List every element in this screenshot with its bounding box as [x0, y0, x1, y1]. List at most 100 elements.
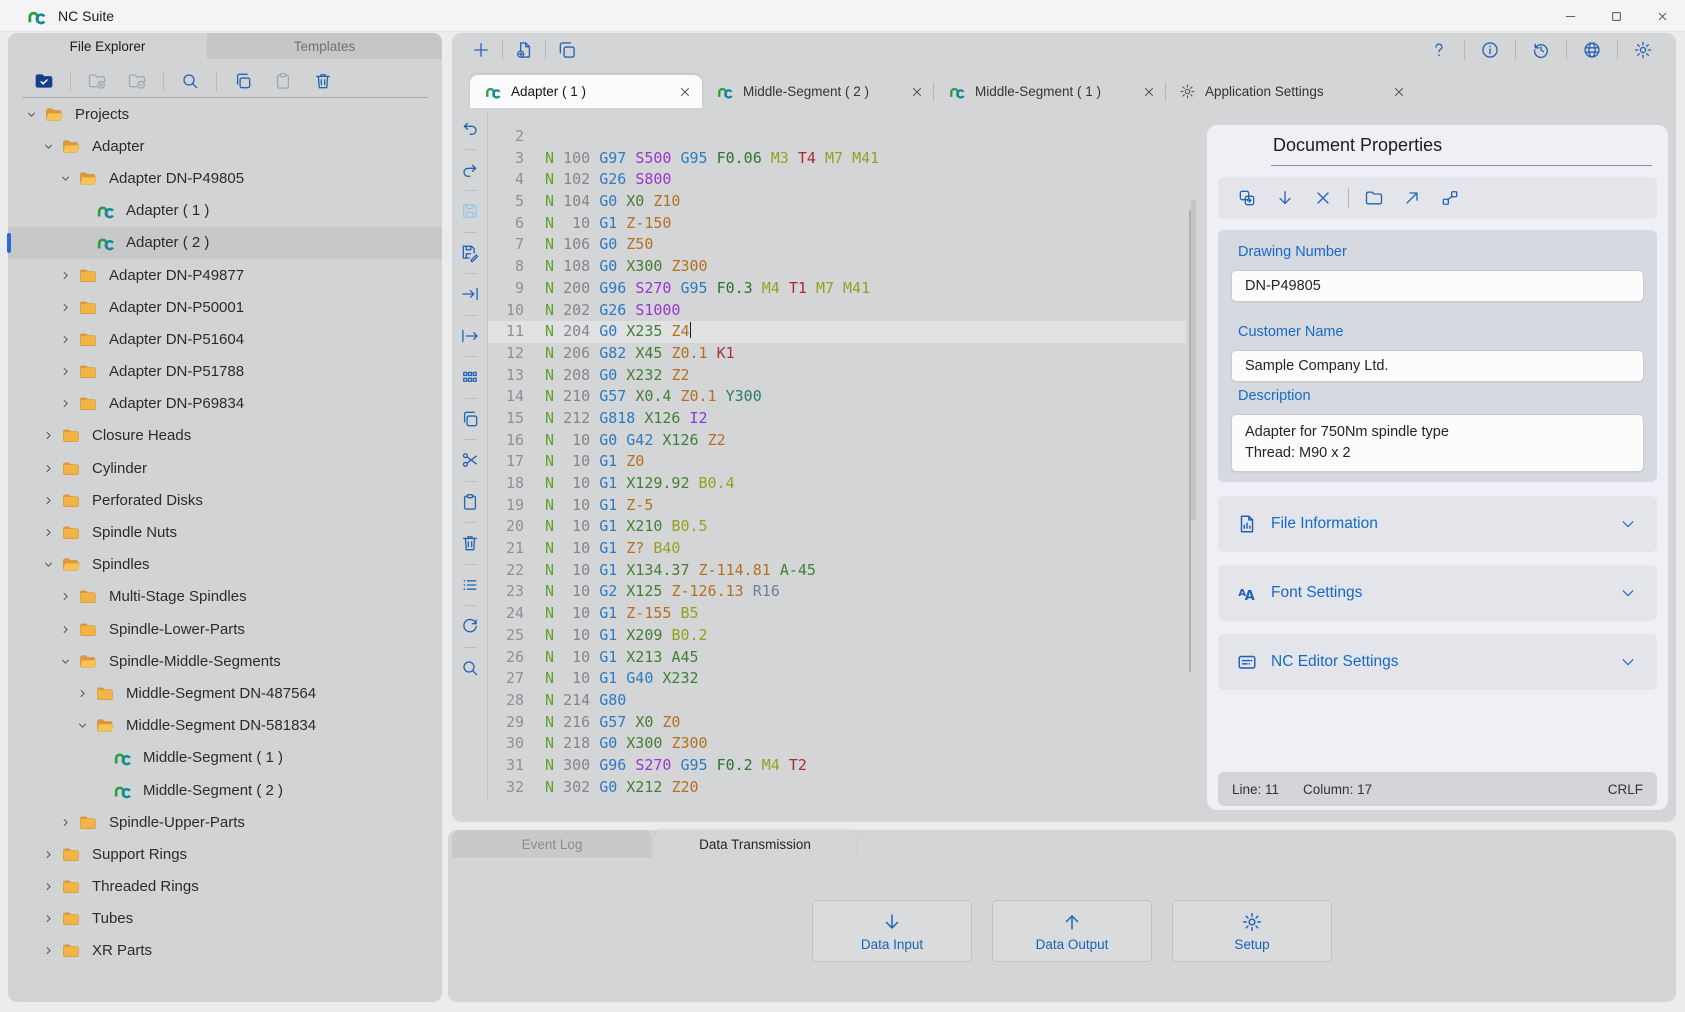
save-as-button[interactable]	[459, 242, 481, 264]
tree-item[interactable]: Spindles	[8, 549, 442, 581]
panel-splitter[interactable]	[1189, 210, 1191, 672]
code-line[interactable]: 20N 10 G1 X210 B0.5	[488, 516, 1186, 538]
select-folder-button[interactable]	[24, 67, 64, 95]
chevron-right-icon[interactable]	[37, 942, 59, 960]
data-output-button[interactable]: Data Output	[992, 900, 1152, 962]
refresh-button[interactable]	[459, 615, 481, 637]
code-line[interactable]: 2	[488, 126, 1186, 148]
code-line[interactable]: 25N 10 G1 X209 B0.2	[488, 625, 1186, 647]
chevron-right-icon[interactable]	[37, 459, 59, 477]
code-line[interactable]: 18N 10 G1 X129.92 B0.4	[488, 473, 1186, 495]
chevron-right-icon[interactable]	[54, 813, 76, 831]
code-line[interactable]: 8N 108 G0 X300 Z300	[488, 256, 1186, 278]
chevron-down-icon[interactable]	[20, 105, 42, 123]
chevron-right-icon[interactable]	[37, 910, 59, 928]
customer-name-field[interactable]: Sample Company Ltd.	[1231, 350, 1644, 382]
editor-tab-middle-segment-1[interactable]: Middle-Segment ( 1 )	[934, 75, 1166, 108]
tree-item[interactable]: Spindle Nuts	[8, 516, 442, 548]
remove-folder-button[interactable]	[117, 67, 157, 95]
maximize-button[interactable]	[1593, 0, 1639, 32]
section-nc-editor-settings[interactable]: NC Editor Settings	[1218, 634, 1657, 690]
tree-item[interactable]: Support Rings	[8, 838, 442, 870]
chevron-right-icon[interactable]	[54, 588, 76, 606]
code-line[interactable]: 11N 204 G0 X235 Z4	[488, 321, 1186, 343]
tree-item[interactable]: Adapter DN-P69834	[8, 388, 442, 420]
new-document-button[interactable]	[466, 36, 496, 64]
close-icon[interactable]	[910, 85, 924, 99]
chevron-down-icon[interactable]	[54, 169, 76, 187]
chevron-right-icon[interactable]	[54, 363, 76, 381]
code-line[interactable]: 21N 10 G1 Z? B40	[488, 538, 1186, 560]
close-button[interactable]	[1639, 0, 1685, 32]
tree-item[interactable]: Multi-Stage Spindles	[8, 581, 442, 613]
apply-properties-button[interactable]	[1228, 184, 1266, 212]
tree-item[interactable]: Projects	[8, 98, 442, 130]
chevron-right-icon[interactable]	[54, 298, 76, 316]
jump-line-start-button[interactable]	[459, 325, 481, 347]
chevron-down-icon[interactable]	[37, 137, 59, 155]
tree-item[interactable]: Adapter	[8, 130, 442, 162]
chevron-right-icon[interactable]	[37, 491, 59, 509]
save-button[interactable]	[459, 200, 481, 222]
help-button[interactable]	[1420, 36, 1458, 64]
code-line[interactable]: 6N 10 G1 Z-150	[488, 213, 1186, 235]
tree-item[interactable]: Perforated Disks	[8, 484, 442, 516]
code-line[interactable]: 10N 202 G26 S1000	[488, 300, 1186, 322]
data-input-button[interactable]: Data Input	[812, 900, 972, 962]
code-line[interactable]: 30N 218 G0 X300 Z300	[488, 733, 1186, 755]
code-line[interactable]: 32N 302 G0 X212 Z20	[488, 777, 1186, 799]
code-line[interactable]: 27N 10 G1 G40 X232	[488, 668, 1186, 690]
code-line[interactable]: 16N 10 G0 G42 X126 Z2	[488, 430, 1186, 452]
chevron-down-icon[interactable]	[71, 717, 93, 735]
tree-item[interactable]: Threaded Rings	[8, 871, 442, 903]
settings-button[interactable]	[1624, 36, 1662, 64]
block-list-button[interactable]	[459, 574, 481, 596]
code-line[interactable]: 19N 10 G1 Z-5	[488, 495, 1186, 517]
chevron-right-icon[interactable]	[54, 395, 76, 413]
search-button[interactable]	[170, 67, 210, 95]
close-icon[interactable]	[1142, 85, 1156, 99]
export-button[interactable]	[1393, 184, 1431, 212]
tree-item[interactable]: Middle-Segment ( 1 )	[8, 742, 442, 774]
tree-item[interactable]: Adapter DN-P50001	[8, 291, 442, 323]
download-properties-button[interactable]	[1266, 184, 1304, 212]
code-line[interactable]: 26N 10 G1 X213 A45	[488, 647, 1186, 669]
jump-line-end-button[interactable]	[459, 283, 481, 305]
chevron-right-icon[interactable]	[54, 266, 76, 284]
tree-item[interactable]: Cylinder	[8, 452, 442, 484]
paste-button[interactable]	[263, 67, 303, 95]
tab-templates[interactable]: Templates	[207, 33, 442, 59]
editor-tab-adapter-1[interactable]: Adapter ( 1 )	[470, 75, 702, 108]
tree-item[interactable]: Spindle-Lower-Parts	[8, 613, 442, 645]
tree-item[interactable]: Closure Heads	[8, 420, 442, 452]
globe-button[interactable]	[1573, 36, 1611, 64]
code-line[interactable]: 5N 104 G0 X0 Z10	[488, 191, 1186, 213]
chevron-down-icon[interactable]	[37, 556, 59, 574]
tree-item[interactable]: Middle-Segment ( 2 )	[8, 774, 442, 806]
tree-item[interactable]: Spindle-Middle-Segments	[8, 645, 442, 677]
close-icon[interactable]	[678, 85, 692, 99]
tree-item[interactable]: Adapter ( 1 )	[8, 195, 442, 227]
tree-item[interactable]: Middle-Segment DN-487564	[8, 677, 442, 709]
open-folder-button[interactable]	[1355, 184, 1393, 212]
tab-file-explorer[interactable]: File Explorer	[8, 33, 207, 59]
open-document-button[interactable]	[509, 36, 539, 64]
editor-tab-application-settings[interactable]: Application Settings	[1166, 75, 1416, 108]
description-field[interactable]: Adapter for 750Nm spindle type Thread: M…	[1231, 414, 1644, 472]
minimize-button[interactable]	[1547, 0, 1593, 32]
nc-code-editor[interactable]: 23N 100 G97 S500 G95 F0.06 M3 T4 M7 M414…	[488, 126, 1186, 798]
code-line[interactable]: 23N 10 G2 X125 Z-126.13 R16	[488, 581, 1186, 603]
save-all-button[interactable]	[552, 36, 582, 64]
chevron-down-icon[interactable]	[54, 652, 76, 670]
editor-tab-middle-segment-2[interactable]: Middle-Segment ( 2 )	[702, 75, 934, 108]
code-line[interactable]: 14N 210 G57 X0.4 Z0.1 Y300	[488, 386, 1186, 408]
copy-button[interactable]	[223, 67, 263, 95]
tree-item[interactable]: Adapter DN-P49805	[8, 162, 442, 194]
chevron-right-icon[interactable]	[54, 330, 76, 348]
tree-item[interactable]: XR Parts	[8, 935, 442, 967]
delete-button[interactable]	[303, 67, 343, 95]
chevron-right-icon[interactable]	[37, 878, 59, 896]
code-line[interactable]: 12N 206 G82 X45 Z0.1 K1	[488, 343, 1186, 365]
renumber-blocks-button[interactable]	[459, 366, 481, 388]
code-line[interactable]: 29N 216 G57 X0 Z0	[488, 712, 1186, 734]
